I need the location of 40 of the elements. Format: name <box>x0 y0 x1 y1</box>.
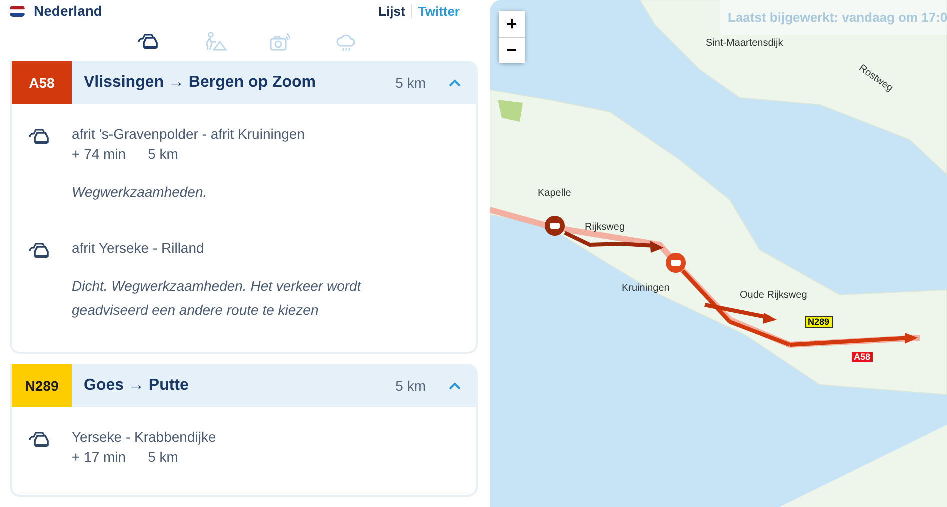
road-number-badge: A58 <box>12 61 72 104</box>
place-label: Kapelle <box>538 188 572 199</box>
country-label: Nederland <box>34 3 102 20</box>
delay-text: + 74 min <box>72 146 126 162</box>
route-header[interactable]: A58 Vlissingen → Bergen op Zoom 5 km <box>12 61 476 104</box>
traffic-jam-line[interactable] <box>729 320 791 347</box>
route-length: 5 km <box>396 74 426 90</box>
chevron-icon[interactable] <box>448 380 462 390</box>
incident-length: 5 km <box>148 146 178 162</box>
traffic-jam-line[interactable] <box>682 270 732 324</box>
delay-text: + 17 min <box>72 449 126 465</box>
traffic-jam-arrow[interactable] <box>564 231 664 253</box>
last-updated-text: Laatst bijgewerkt: vandaag om 17:0 <box>720 0 947 35</box>
incident-marker[interactable] <box>545 216 565 236</box>
incident-location: afrit Yerseke - Rilland <box>72 240 206 256</box>
zoom-in-button[interactable]: + <box>499 11 525 37</box>
street-label: Rijksweg <box>585 222 626 233</box>
chevron-icon[interactable] <box>448 78 462 88</box>
nav-link[interactable]: Lijst <box>372 4 412 19</box>
route-length: 5 km <box>396 378 426 394</box>
traffic-jam-arrow[interactable] <box>790 333 918 347</box>
route-title: Vlissingen → Bergen op Zoom <box>84 74 318 92</box>
road-shield: A58 <box>852 352 873 362</box>
place-label: Kruiningen <box>622 283 670 294</box>
park-area <box>498 100 523 122</box>
road-number-badge: N289 <box>12 364 72 407</box>
incident-length: 5 km <box>148 449 178 465</box>
incident-location: Yerseke - Krabbendijke <box>72 429 216 445</box>
route-title: Goes → Putte <box>84 376 190 394</box>
place-label: Sint-Maartensdijk <box>706 38 784 49</box>
route-header[interactable]: N289 Goes → Putte 5 km <box>12 364 476 407</box>
incident-marker[interactable] <box>666 253 686 273</box>
incident-location: afrit 's-Gravenpolder - afrit Kruiningen <box>72 126 305 142</box>
road-shield: N289 <box>805 316 833 328</box>
street-label: Oude Rijksweg <box>740 290 808 301</box>
traffic-jam-arrow[interactable] <box>704 303 777 324</box>
incident-description: Dicht. Wegwerkzaamheden. Het verkeer wordt geadviseerd een andere route te kiezen <box>72 277 362 320</box>
netherlands-flag-icon <box>10 6 25 17</box>
zoom-out-button[interactable]: − <box>499 37 525 63</box>
incident-description: Wegwerkzaamheden. <box>72 183 208 202</box>
